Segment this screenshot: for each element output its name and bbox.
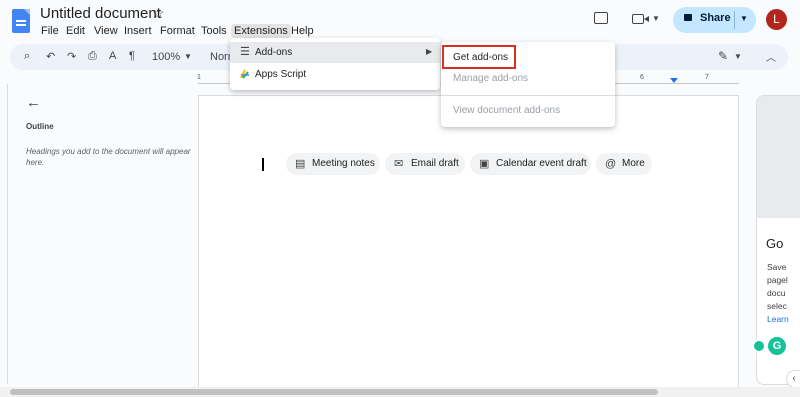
- paint-format-icon[interactable]: ¶: [129, 50, 135, 62]
- collapse-menus-icon[interactable]: ︿: [766, 49, 776, 64]
- menu-item-view-document-addons: View document add-ons: [453, 105, 561, 116]
- print-icon[interactable]: ⎙: [88, 50, 97, 63]
- scrollbar-thumb[interactable]: [10, 389, 658, 395]
- menu-tools[interactable]: Tools: [198, 24, 230, 38]
- side-panel-text: Save: [767, 262, 787, 272]
- chip-calendar-event-draft[interactable]: ▣ Calendar event draft: [470, 153, 591, 175]
- docs-logo-icon[interactable]: [12, 9, 30, 33]
- learn-more-link[interactable]: Learn: [767, 314, 789, 324]
- grammarly-icon[interactable]: G: [768, 337, 786, 355]
- menu-format[interactable]: Format: [157, 24, 198, 38]
- indent-marker[interactable]: [670, 78, 678, 83]
- zoom-select[interactable]: 100%: [152, 51, 180, 63]
- calendar-icon: ▣: [479, 158, 490, 170]
- text-cursor: [262, 158, 264, 171]
- redo-icon[interactable]: ↷: [67, 50, 76, 63]
- editing-mode-icon[interactable]: ✎: [718, 49, 728, 63]
- chip-label: Calendar event draft: [496, 158, 587, 169]
- side-panel-text: pagel: [767, 275, 788, 285]
- chip-label: Email draft: [411, 158, 459, 169]
- side-panel-title: Go: [766, 236, 784, 251]
- share-caret-icon[interactable]: ▼: [740, 14, 748, 23]
- grammarly-status-icon[interactable]: [752, 339, 766, 353]
- side-panel-toggle-icon[interactable]: ‹: [786, 370, 800, 388]
- chip-email-draft[interactable]: ✉ Email draft: [385, 153, 465, 175]
- doc-line: [16, 20, 26, 22]
- star-icon[interactable]: ☆: [152, 5, 165, 22]
- doc-line: [16, 24, 26, 26]
- menu-file[interactable]: File: [38, 24, 62, 38]
- menu-insert[interactable]: Insert: [121, 24, 155, 38]
- outline-title: Outline: [26, 122, 54, 131]
- apps-script-icon: [240, 69, 249, 79]
- chip-meeting-notes[interactable]: ▤ Meeting notes: [286, 153, 380, 175]
- meet-icon[interactable]: [632, 14, 649, 24]
- search-menus-icon[interactable]: ⌕: [24, 50, 30, 63]
- vertical-ruler: [0, 84, 8, 384]
- ruler-number: 6: [640, 74, 644, 81]
- back-arrow-icon[interactable]: ←: [26, 94, 41, 111]
- share-label[interactable]: Share: [700, 12, 731, 24]
- comment-history-icon[interactable]: [594, 12, 608, 24]
- side-panel-text: selec: [767, 301, 787, 311]
- lock-icon: [684, 14, 692, 21]
- share-divider: [734, 11, 735, 29]
- avatar[interactable]: L: [766, 9, 787, 30]
- menu-item-get-addons[interactable]: Get add-ons: [453, 52, 508, 63]
- menu-edit[interactable]: Edit: [63, 24, 88, 38]
- at-icon: @: [605, 158, 617, 170]
- addons-label[interactable]: Add-ons: [255, 47, 292, 58]
- menu-help[interactable]: Help: [288, 24, 317, 38]
- side-panel-image: [757, 96, 800, 218]
- zoom-caret-icon[interactable]: ▼: [184, 52, 192, 61]
- editing-mode-caret-icon[interactable]: ▼: [734, 52, 742, 61]
- menu-view[interactable]: View: [91, 24, 121, 38]
- menu-item-apps-script[interactable]: Apps Script: [255, 69, 306, 80]
- menu-item-manage-addons: Manage add-ons: [453, 73, 529, 84]
- submenu-divider: [441, 95, 615, 96]
- outline-hint: Headings you add to the document will ap…: [26, 147, 191, 167]
- email-icon: ✉: [394, 158, 404, 170]
- caret-down-icon[interactable]: ▼: [652, 14, 660, 23]
- chip-label: Meeting notes: [312, 158, 375, 169]
- menu-extensions[interactable]: Extensions: [231, 24, 291, 38]
- document-title[interactable]: Untitled document: [40, 5, 161, 22]
- chip-label: More: [622, 158, 645, 169]
- side-panel-text: docu: [767, 288, 786, 298]
- document-page[interactable]: [198, 95, 739, 395]
- chip-more[interactable]: @ More: [596, 153, 652, 175]
- doc-icon: ▤: [295, 158, 306, 170]
- submenu-arrow-icon: ▶: [426, 47, 433, 56]
- spellcheck-icon[interactable]: A: [109, 50, 116, 62]
- ruler-number: 1: [197, 74, 201, 81]
- undo-icon[interactable]: ↶: [46, 50, 55, 63]
- ruler-number: 7: [705, 74, 709, 81]
- addons-icon: ☰: [240, 46, 250, 58]
